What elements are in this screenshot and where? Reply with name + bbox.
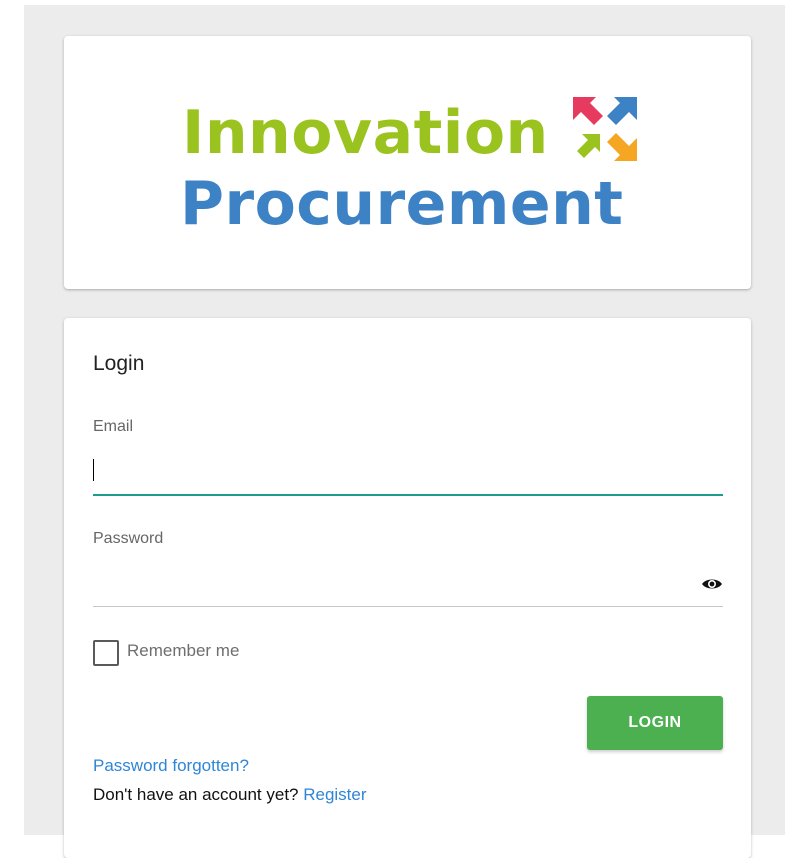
logo-card: Innovation Procurement (64, 36, 751, 289)
login-card: Login Email Password Remember me LOGIN P… (64, 318, 751, 858)
logo-arrow-green (577, 134, 600, 158)
password-forgotten-link[interactable]: Password forgotten? (93, 756, 249, 776)
email-label: Email (93, 418, 134, 435)
password-field[interactable] (93, 566, 723, 607)
logo-arrow-red (573, 97, 603, 125)
remember-me-checkbox[interactable] (93, 640, 119, 666)
text-cursor (93, 459, 94, 481)
logo-text-procurement: Procurement (180, 169, 624, 239)
logo-text-innovation: Innovation (182, 98, 549, 168)
login-title: Login (93, 352, 145, 375)
register-prompt: Don't have an account yet? Register (93, 785, 367, 805)
password-label: Password (93, 530, 164, 547)
email-field[interactable] (93, 454, 723, 496)
logo-arrow-orange (607, 133, 637, 161)
logo-arrows-icon (573, 97, 637, 161)
register-prompt-text: Don't have an account yet? (93, 785, 304, 804)
eye-icon[interactable] (701, 577, 723, 591)
logo-arrow-blue (607, 97, 637, 125)
remember-me-label[interactable]: Remember me (127, 641, 239, 661)
register-link[interactable]: Register (303, 785, 366, 804)
login-button[interactable]: LOGIN (587, 696, 723, 750)
